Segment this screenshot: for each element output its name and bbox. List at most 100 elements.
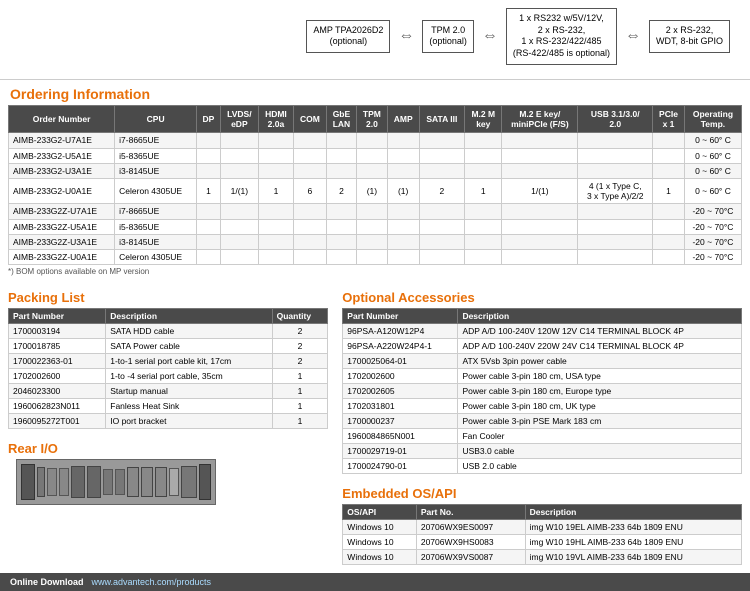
- embedded-table: OS/API Part No. Description Windows 1020…: [342, 504, 742, 565]
- cell: img W10 19EL AIMB-233 64b 1809 ENU: [525, 520, 741, 535]
- cell: [197, 234, 221, 249]
- cell: (1): [387, 178, 419, 203]
- list-item: 96PSA-A220W24P4-1ADP A/D 100-240V 220W 2…: [343, 339, 742, 354]
- cell: [653, 148, 685, 163]
- ordering-section: Order Number CPU DP LVDS/eDP HDMI2.0a CO…: [0, 105, 750, 286]
- cell: [326, 148, 356, 163]
- cell: [197, 148, 221, 163]
- cell: [419, 234, 465, 249]
- cell: 1-to-1 serial port cable kit, 17cm: [106, 354, 272, 369]
- footer-url[interactable]: www.advantech.com/products: [92, 577, 212, 587]
- col-temp: OperatingTemp.: [684, 106, 741, 133]
- cell: [357, 219, 388, 234]
- cell: 2: [272, 324, 328, 339]
- two-col-layout: Packing List Part Number Description Qua…: [0, 286, 750, 573]
- list-item: 1960084865N001Fan Cooler: [343, 429, 742, 444]
- cell: [465, 204, 502, 219]
- cell: AIMB-233G2Z-U3A1E: [9, 234, 115, 249]
- col-pcie: PCIex 1: [653, 106, 685, 133]
- packing-table: Part Number Description Quantity 1700003…: [8, 308, 328, 429]
- cell: img W10 19HL AIMB-233 64b 1809 ENU: [525, 535, 741, 550]
- list-item: 1700000237Power cable 3-pin PSE Mark 183…: [343, 414, 742, 429]
- list-item: 1960062823N011Fanless Heat Sink1: [9, 399, 328, 414]
- arrow3: ⇔: [625, 27, 641, 45]
- cell: 0 ~ 60° C: [684, 133, 741, 148]
- cell: 0 ~ 60° C: [684, 163, 741, 178]
- list-item: 1700018785SATA Power cable2: [9, 339, 328, 354]
- cell: [502, 133, 578, 148]
- cell: [293, 219, 326, 234]
- cell: [258, 204, 293, 219]
- cell: i3-8145UE: [115, 163, 197, 178]
- cell: [578, 204, 653, 219]
- cell: [419, 204, 465, 219]
- cell: 1702002600: [343, 369, 458, 384]
- cell: -20 ~ 70°C: [684, 249, 741, 264]
- cell: 1700025064-01: [343, 354, 458, 369]
- cell: (1): [357, 178, 388, 203]
- cell: 20706WX9HS0083: [416, 535, 525, 550]
- optional-title: Optional Accessories: [342, 286, 742, 308]
- ordering-title: Ordering Information: [10, 86, 740, 102]
- cell: 1: [465, 178, 502, 203]
- cell: [197, 204, 221, 219]
- cell: [419, 249, 465, 264]
- cell: 2: [326, 178, 356, 203]
- cell: [197, 133, 221, 148]
- col-tpm: TPM2.0: [357, 106, 388, 133]
- cell: 1700022363-01: [9, 354, 106, 369]
- cell: 1960062823N011: [9, 399, 106, 414]
- list-item: 1700003194SATA HDD cable2: [9, 324, 328, 339]
- cell: [258, 163, 293, 178]
- col-sata: SATA III: [419, 106, 465, 133]
- table-row: AIMB-233G2-U0A1ECeleron 4305UE11/(1)162(…: [9, 178, 742, 203]
- cell: [653, 249, 685, 264]
- cell: USB3.0 cable: [458, 444, 742, 459]
- packing-title: Packing List: [8, 286, 328, 308]
- cell: i3-8145UE: [115, 234, 197, 249]
- ordering-header: Ordering Information: [0, 80, 750, 105]
- cell: 20706WX9VS0087: [416, 550, 525, 565]
- tpm-box: TPM 2.0(optional): [422, 20, 474, 53]
- cell: 1960095272T001: [9, 414, 106, 429]
- cell: 2: [272, 354, 328, 369]
- cell: 1702002600: [9, 369, 106, 384]
- cell: USB 2.0 cable: [458, 459, 742, 474]
- list-item: Windows 1020706WX9ES0097img W10 19EL AIM…: [343, 520, 742, 535]
- cell: [258, 234, 293, 249]
- cell: [502, 163, 578, 178]
- cell: [419, 148, 465, 163]
- cell: 1702002605: [343, 384, 458, 399]
- pack-col-desc: Description: [106, 309, 272, 324]
- cell: [220, 163, 258, 178]
- cell: [578, 219, 653, 234]
- cell: Fan Cooler: [458, 429, 742, 444]
- cell: [465, 249, 502, 264]
- cell: [357, 133, 388, 148]
- cell: [419, 219, 465, 234]
- arrow1: ⇔: [398, 27, 414, 45]
- cell: 0 ~ 60° C: [684, 148, 741, 163]
- left-column: Packing List Part Number Description Qua…: [8, 286, 338, 565]
- cell: [653, 133, 685, 148]
- cell: [357, 234, 388, 249]
- list-item: 1700029719-01USB3.0 cable: [343, 444, 742, 459]
- cell: Fanless Heat Sink: [106, 399, 272, 414]
- cell: [220, 234, 258, 249]
- cell: [197, 219, 221, 234]
- list-item: Windows 1020706WX9HS0083img W10 19HL AIM…: [343, 535, 742, 550]
- cell: Windows 10: [343, 535, 417, 550]
- cell: [387, 133, 419, 148]
- footer-label: Online Download: [10, 577, 84, 587]
- cell: img W10 19VL AIMB-233 64b 1809 ENU: [525, 550, 741, 565]
- cell: [293, 148, 326, 163]
- col-order-number: Order Number: [9, 106, 115, 133]
- cell: 1700024790-01: [343, 459, 458, 474]
- cell: [220, 148, 258, 163]
- cell: [357, 163, 388, 178]
- cell: ADP A/D 100-240V 220W 24V C14 TERMINAL B…: [458, 339, 742, 354]
- cell: AIMB-233G2Z-U7A1E: [9, 204, 115, 219]
- list-item: 1702031801Power cable 3-pin 180 cm, UK t…: [343, 399, 742, 414]
- cell: [220, 133, 258, 148]
- list-item: 1700024790-01USB 2.0 cable: [343, 459, 742, 474]
